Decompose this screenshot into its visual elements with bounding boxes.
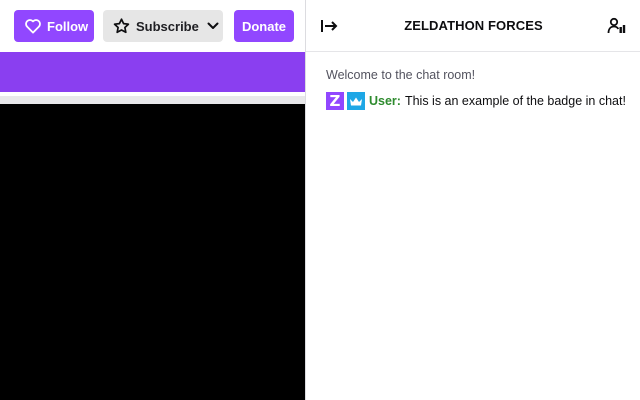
chat-message-text: This is an example of the badge in chat! (404, 94, 626, 108)
star-outline-icon (113, 18, 130, 34)
chat-username[interactable]: User (369, 92, 397, 110)
video-player[interactable] (0, 104, 305, 400)
chat-welcome-message: Welcome to the chat room! (326, 68, 476, 82)
chat-room-title: ZELDATHON FORCES (404, 18, 543, 33)
collapse-right-arrow-icon[interactable] (320, 17, 340, 35)
banner-divider (0, 96, 305, 104)
channel-action-bar: Follow Subscribe Donate (0, 0, 305, 52)
heart-outline-icon (25, 18, 41, 34)
chat-header: ZELDATHON FORCES (306, 0, 640, 52)
follow-button[interactable]: Follow (14, 10, 94, 42)
chevron-down-icon (207, 22, 219, 30)
chat-message: Z User: This is an example of the badge … (326, 92, 631, 110)
chat-messages: Welcome to the chat room! Z User: This i… (326, 66, 631, 110)
community-users-icon[interactable] (607, 16, 627, 36)
donate-button[interactable]: Donate (234, 10, 294, 42)
subscribe-button[interactable]: Subscribe (103, 10, 223, 42)
channel-banner (0, 52, 305, 92)
stream-pane: Follow Subscribe Donate (0, 0, 305, 400)
subscribe-label: Subscribe (136, 18, 199, 34)
follow-label: Follow (47, 18, 89, 34)
z-badge-letter: Z (329, 92, 341, 110)
chat-panel: ZELDATHON FORCES Welcome to the chat roo… (305, 0, 640, 400)
donate-label: Donate (241, 18, 287, 34)
username-separator: : (396, 94, 401, 108)
zeldathon-z-badge[interactable]: Z (326, 92, 344, 110)
crown-icon[interactable] (347, 92, 365, 110)
